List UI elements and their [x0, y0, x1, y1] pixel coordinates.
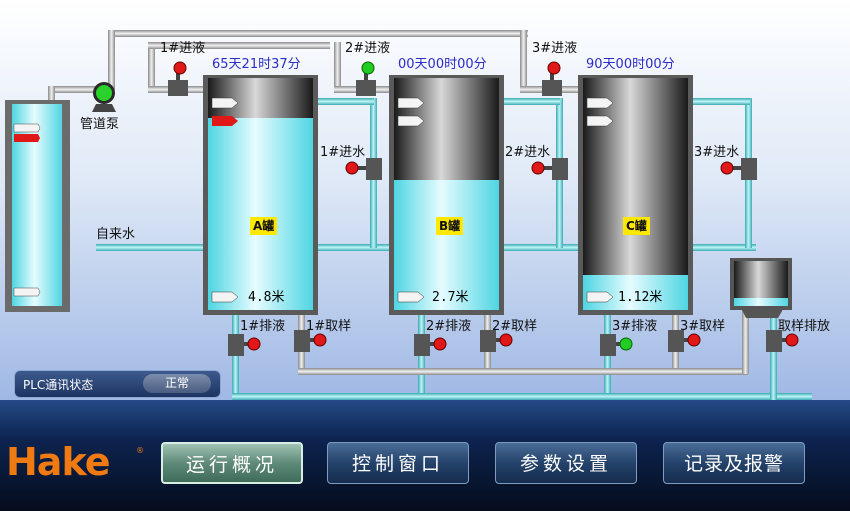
tank-a-name: A罐: [250, 217, 278, 235]
drain-valve-3[interactable]: [600, 334, 633, 356]
pump-label: 管道泵: [80, 117, 120, 132]
tank-a-time: 65天21时37分: [212, 57, 301, 72]
tank-b: [389, 75, 504, 315]
water-valve-3-label: 3#进水: [694, 145, 740, 160]
inlet-valve-3-label: 3#进液: [532, 41, 578, 56]
tank-c-level: 1.12米: [618, 290, 663, 305]
inlet-valve-1-label: 1#进液: [160, 41, 206, 56]
sample-valve-2-label: 2#取样: [492, 319, 538, 334]
water-valve-1-label: 1#进水: [320, 145, 366, 160]
sample-drain-label: 取样排放: [778, 319, 831, 334]
tank-c-time: 90天00时00分: [586, 57, 675, 72]
tank-a-level: 4.8米: [248, 290, 285, 305]
sample-valve-1-label: 1#取样: [306, 319, 352, 334]
tank-c-name: C罐: [623, 217, 650, 235]
tank-b-time: 00天00时00分: [398, 57, 487, 72]
nav-overview-button[interactable]: 运行概况: [161, 442, 303, 484]
nav-records-alarms-button[interactable]: 记录及报警: [663, 442, 805, 484]
nav-control-window-button[interactable]: 控制窗口: [327, 442, 469, 484]
process-diagram: 1#进液 65天21时37分 2#进液 00天00时00分 3#进液 90天00…: [0, 0, 850, 400]
tap-water-label: 自来水: [96, 227, 136, 242]
registered-mark: ®: [136, 446, 144, 455]
water-valve-1[interactable]: [345, 158, 382, 180]
drain-valve-1-label: 1#排液: [240, 319, 286, 334]
drain-valve-2[interactable]: [414, 334, 447, 356]
inlet-valve-2-label: 2#进液: [345, 41, 391, 56]
drain-valve-3-label: 3#排液: [612, 319, 658, 334]
tank-b-level: 2.7米: [432, 290, 469, 305]
water-valve-2-label: 2#进水: [505, 145, 551, 160]
inlet-valve-3[interactable]: [542, 61, 562, 96]
nav-parameter-settings-button[interactable]: 参数设置: [495, 442, 637, 484]
drain-valve-2-label: 2#排液: [426, 319, 472, 334]
tank-a: [203, 75, 318, 315]
plc-status-label: PLC通讯状态: [23, 378, 94, 392]
tank-b-name: B罐: [436, 217, 464, 235]
sample-valve-3-label: 3#取样: [680, 319, 726, 334]
water-valve-2[interactable]: [531, 158, 568, 180]
water-valve-3[interactable]: [720, 158, 757, 180]
plc-status-badge: 正常: [143, 374, 211, 393]
inlet-valve-2[interactable]: [356, 61, 376, 96]
drain-valve-1[interactable]: [228, 334, 261, 356]
tank-c: [578, 75, 693, 315]
inlet-valve-1[interactable]: [168, 61, 188, 96]
hake-logo: Hake: [6, 440, 110, 484]
plc-status-panel: PLC通讯状态 正常: [14, 370, 221, 398]
